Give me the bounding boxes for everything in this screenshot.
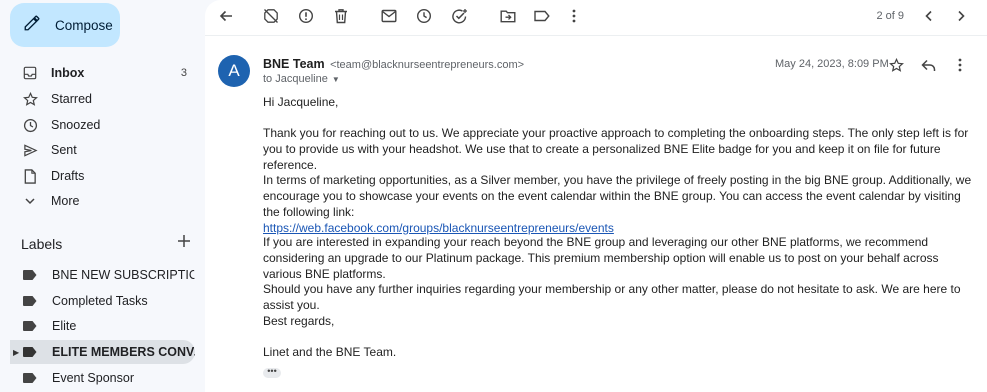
- chevron-right-icon[interactable]: [951, 6, 971, 26]
- delete-icon[interactable]: [331, 6, 351, 26]
- sidebar-item-label: Inbox: [51, 66, 85, 80]
- sidebar-item-drafts[interactable]: Drafts: [10, 164, 195, 188]
- label-tag-icon: [23, 268, 37, 282]
- snooze-clock-icon[interactable]: [414, 6, 434, 26]
- add-task-icon[interactable]: [449, 6, 469, 26]
- expand-caret-icon[interactable]: ▶: [13, 348, 19, 357]
- closing: Best regards,: [263, 314, 335, 328]
- sidebar-item-inbox[interactable]: Inbox 3: [10, 61, 195, 85]
- show-trimmed-content-button[interactable]: •••: [263, 367, 281, 378]
- pagination-count: 2 of 9: [876, 10, 904, 22]
- message-view: 2 of 9 A BNE Team <team@blacknurseentrep…: [205, 0, 987, 392]
- sender-name[interactable]: BNE Team: [263, 57, 325, 71]
- more-vert-icon[interactable]: [564, 6, 584, 26]
- message-date: May 24, 2023, 8:09 PM: [775, 58, 889, 70]
- mark-unread-icon[interactable]: [379, 6, 399, 26]
- sidebar-item-label: Sent: [51, 143, 77, 157]
- back-arrow-icon[interactable]: [216, 6, 236, 26]
- label-tag-icon: [23, 345, 37, 359]
- label-item-text: Elite: [52, 319, 77, 333]
- sidebar-item-label: More: [51, 194, 80, 208]
- recipient-line: to Jacqueline: [263, 73, 328, 85]
- compose-button[interactable]: Compose: [10, 3, 120, 47]
- sidebar-item-snoozed[interactable]: Snoozed: [10, 113, 195, 137]
- signature: Linet and the BNE Team.: [263, 345, 397, 359]
- caret-down-icon: ▼: [331, 74, 340, 84]
- greeting: Hi Jacqueline,: [263, 95, 339, 109]
- sidebar-item-more[interactable]: More: [10, 189, 195, 213]
- compose-label: Compose: [55, 17, 113, 33]
- unread-count: 3: [180, 67, 187, 79]
- label-item-bne-new-subscription[interactable]: BNE NEW SUBSCRIPTIO...: [10, 263, 195, 287]
- pencil-icon: [23, 14, 41, 37]
- body-paragraph: Should you have any further inquiries re…: [263, 282, 961, 312]
- label-item-event-sponsor[interactable]: Event Sponsor: [10, 366, 195, 390]
- reply-icon[interactable]: [918, 55, 938, 75]
- event-calendar-link[interactable]: https://web.facebook.com/groups/blacknur…: [263, 221, 614, 235]
- clock-icon: [22, 117, 38, 133]
- label-item-elite-members-conv[interactable]: ▶ ELITE MEMBERS CONV...: [10, 340, 195, 364]
- body-paragraph: Thank you for reaching out to us. We app…: [263, 126, 969, 172]
- star-icon[interactable]: [886, 55, 906, 75]
- label-item-text: Completed Tasks: [52, 294, 148, 308]
- star-icon: [22, 91, 38, 107]
- recipient-details-toggle[interactable]: to Jacqueline ▼: [263, 73, 340, 85]
- toolbar-divider: [205, 35, 987, 36]
- plus-icon[interactable]: [177, 234, 191, 253]
- label-item-elite[interactable]: Elite: [10, 314, 195, 338]
- label-tag-icon: [23, 319, 37, 333]
- report-spam-icon[interactable]: [296, 6, 316, 26]
- body-paragraph: In terms of marketing opportunities, as …: [263, 172, 975, 236]
- sidebar-item-sent[interactable]: Sent: [10, 138, 195, 162]
- sidebar-item-starred[interactable]: Starred: [10, 87, 195, 111]
- label-item-text: ELITE MEMBERS CONV...: [52, 345, 195, 359]
- sender-email: <team@blacknurseentrepreneurs.com>: [330, 59, 525, 71]
- move-to-icon[interactable]: [498, 6, 518, 26]
- chevron-down-icon: [22, 193, 38, 209]
- sender-info: BNE Team <team@blacknurseentrepreneurs.c…: [263, 57, 524, 71]
- avatar[interactable]: A: [218, 55, 250, 87]
- sidebar-item-label: Drafts: [51, 169, 85, 183]
- body-paragraph-text: In terms of marketing opportunities, as …: [263, 173, 972, 219]
- label-item-completed-tasks[interactable]: Completed Tasks: [10, 289, 195, 313]
- draft-icon: [22, 168, 38, 184]
- inbox-icon: [22, 65, 38, 81]
- send-icon: [22, 142, 38, 158]
- body-paragraph: If you are interested in expanding your …: [263, 235, 939, 281]
- labels-heading: Labels: [21, 235, 63, 252]
- message-toolbar: 2 of 9: [205, 0, 987, 32]
- sidebar: Compose Inbox 3 Starred Snoozed Sent Dra…: [0, 0, 205, 392]
- report-spam-off-icon[interactable]: [261, 6, 281, 26]
- sidebar-item-label: Snoozed: [51, 118, 101, 132]
- label-item-text: BNE NEW SUBSCRIPTIO...: [52, 268, 195, 282]
- sidebar-item-label: Starred: [51, 92, 92, 106]
- more-vert-icon[interactable]: [950, 55, 970, 75]
- labels-header: Labels: [21, 234, 191, 253]
- label-item-text: Event Sponsor: [52, 371, 134, 385]
- label-tag-icon: [23, 294, 37, 308]
- label-tag-icon: [23, 371, 37, 385]
- label-icon[interactable]: [532, 6, 552, 26]
- chevron-left-icon[interactable]: [919, 6, 939, 26]
